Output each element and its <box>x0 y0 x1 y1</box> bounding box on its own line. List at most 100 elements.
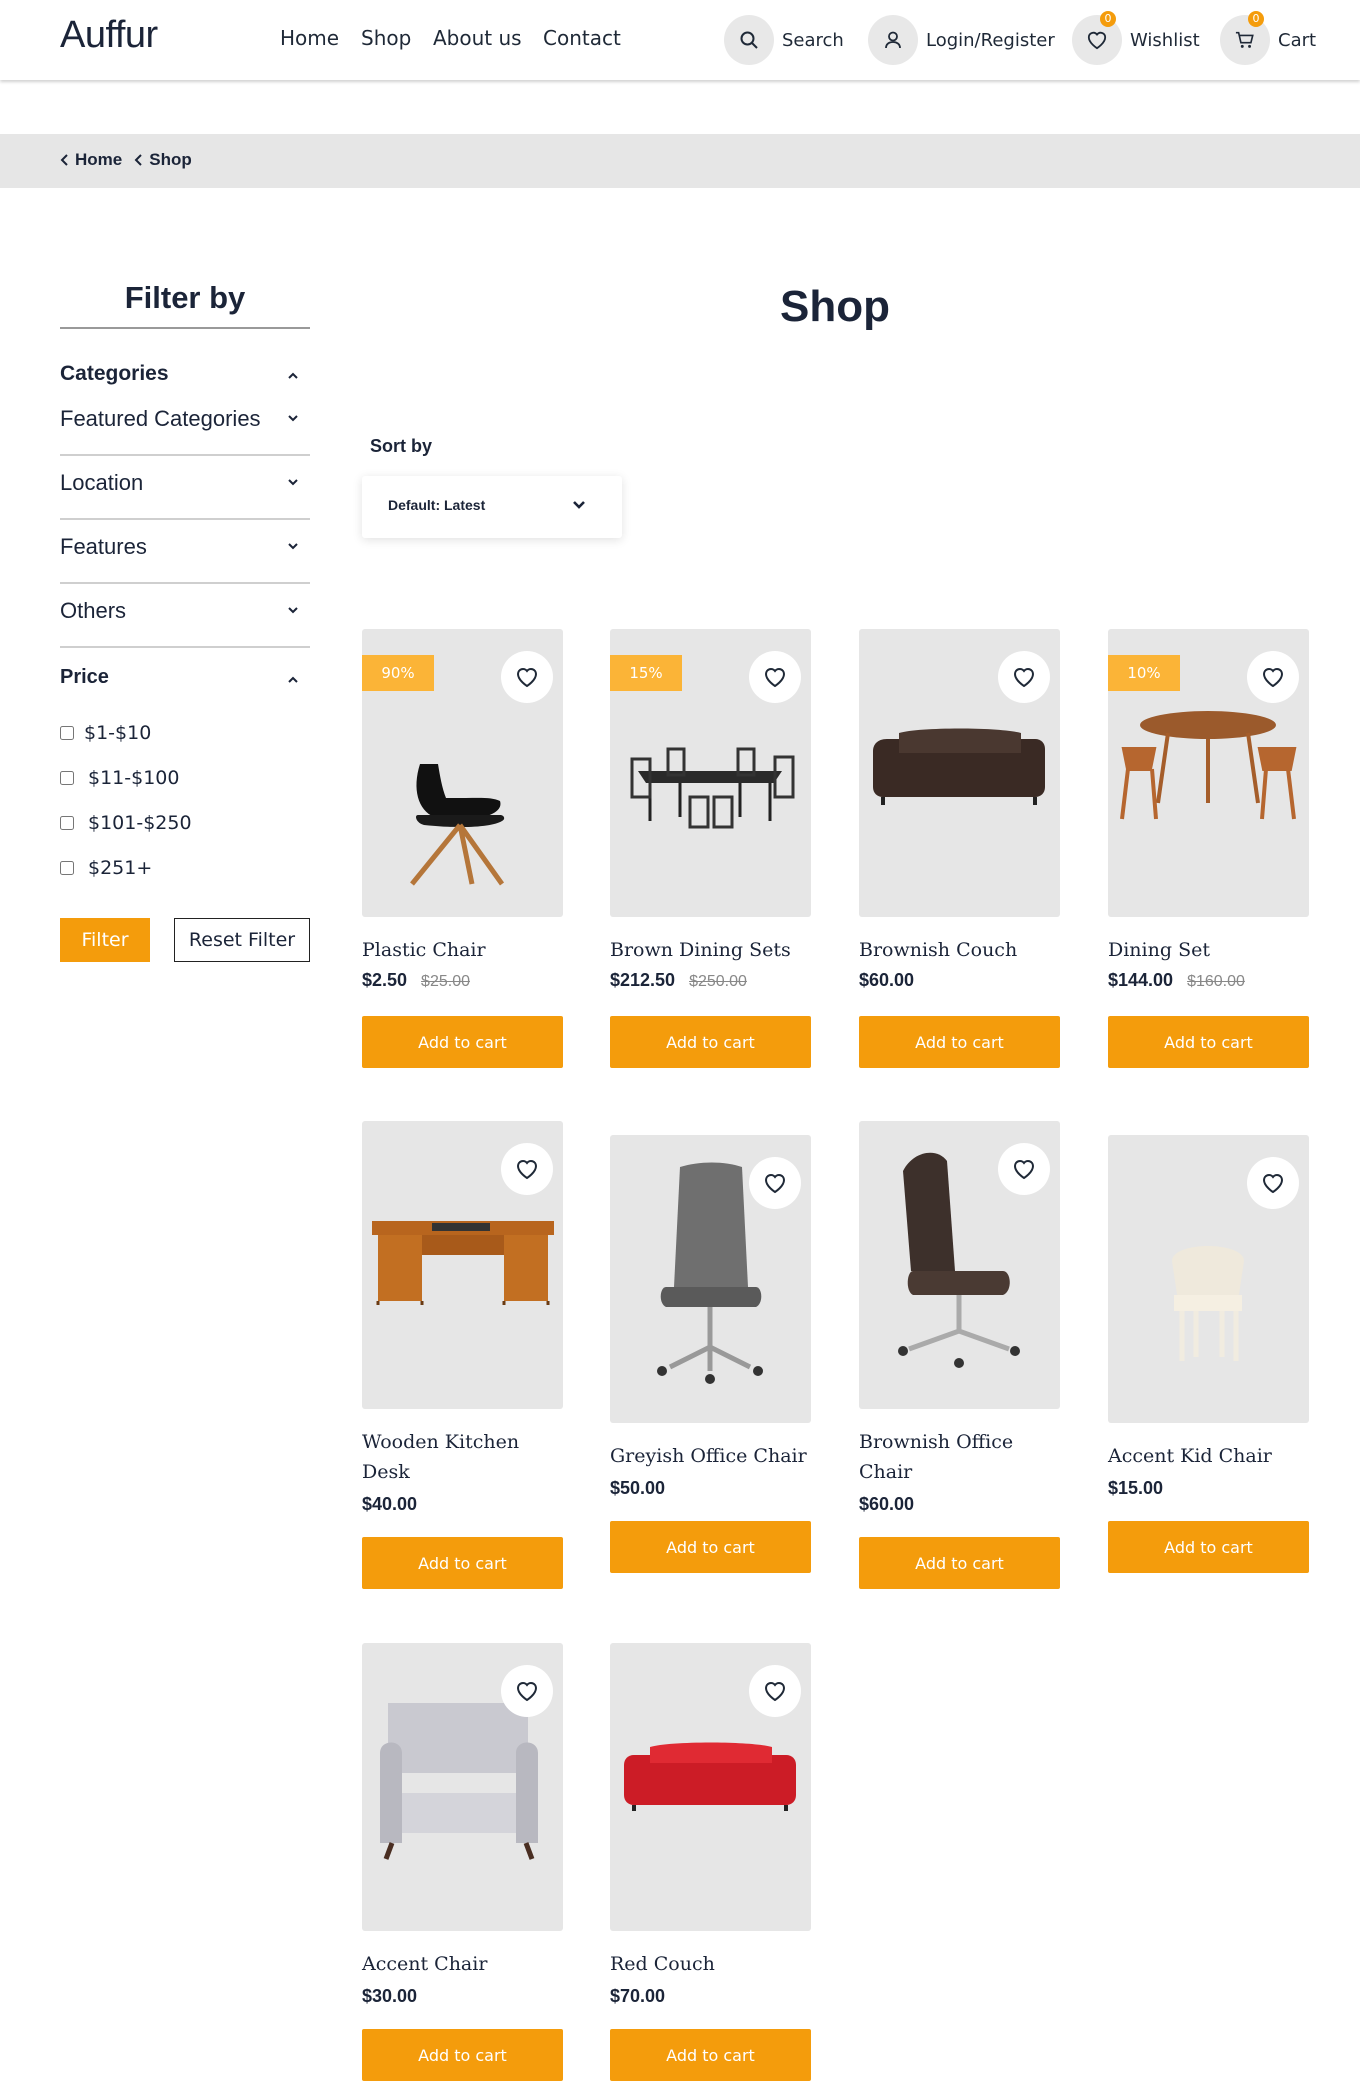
product-price: $2.50 $25.00 <box>362 970 470 991</box>
cart-label: Cart <box>1278 29 1317 51</box>
price-option-label: $101-$250 <box>88 812 192 834</box>
old-price: $160.00 <box>1187 973 1245 990</box>
add-to-cart-button[interactable]: Add to cart <box>362 1016 563 1068</box>
discount-badge: 15% <box>610 655 682 691</box>
price-option-101-250[interactable]: $101-$250 <box>60 812 192 834</box>
login-register-button[interactable]: Login/Register <box>868 14 1055 66</box>
product-name[interactable]: Accent Kid Chair <box>1108 1441 1309 1471</box>
reset-filter-button[interactable]: Reset Filter <box>174 918 310 962</box>
nav-contact[interactable]: Contact <box>543 26 621 50</box>
search-icon <box>724 15 774 65</box>
user-icon <box>868 15 918 65</box>
product-price: $60.00 <box>859 1494 928 1515</box>
chevron-up-icon <box>288 372 298 379</box>
add-to-cart-button[interactable]: Add to cart <box>1108 1016 1309 1068</box>
wishlist-heart-icon[interactable] <box>501 1665 553 1717</box>
facet-label: Featured Categories <box>60 406 261 431</box>
product-image-dining-set[interactable]: 10% <box>1108 629 1309 917</box>
product-name[interactable]: Brown Dining Sets <box>610 935 811 965</box>
search-label: Search <box>782 29 844 51</box>
chevron-down-icon <box>288 415 298 422</box>
facet-label: Location <box>60 470 144 495</box>
product-image-brown-dining-sets[interactable]: 15% <box>610 629 811 917</box>
add-to-cart-button[interactable]: Add to cart <box>610 1521 811 1573</box>
price-option-11-100[interactable]: $11-$100 <box>60 767 179 789</box>
price-option-251-plus[interactable]: $251+ <box>60 857 152 879</box>
facet-features[interactable]: Features <box>60 520 310 584</box>
chevron-up-icon <box>288 676 298 683</box>
current-price: $212.50 <box>610 970 676 990</box>
price-toggle[interactable]: Price <box>60 666 310 696</box>
current-price: $2.50 <box>362 970 408 990</box>
wishlist-heart-icon[interactable] <box>501 1143 553 1195</box>
product-image-wooden-kitchen-desk[interactable] <box>362 1121 563 1409</box>
nav-about[interactable]: About us <box>433 26 522 50</box>
wishlist-heart-icon[interactable] <box>501 651 553 703</box>
product-name[interactable]: Brownish Office Chair <box>859 1427 1060 1487</box>
add-to-cart-button[interactable]: Add to cart <box>859 1537 1060 1589</box>
search-button[interactable]: Search <box>724 14 844 66</box>
discount-badge: 10% <box>1108 655 1180 691</box>
account-label: Login/Register <box>926 29 1055 51</box>
facet-others[interactable]: Others <box>60 584 310 648</box>
add-to-cart-button[interactable]: Add to cart <box>1108 1521 1309 1573</box>
categories-toggle[interactable]: Categories <box>60 362 310 392</box>
wishlist-heart-icon[interactable] <box>749 651 801 703</box>
wishlist-heart-icon[interactable] <box>1247 1157 1299 1209</box>
facet-featured-categories[interactable]: Featured Categories <box>60 392 310 456</box>
wishlist-heart-icon[interactable] <box>749 1665 801 1717</box>
price-checkbox[interactable] <box>60 861 74 875</box>
discount-badge: 90% <box>362 655 434 691</box>
product-name[interactable]: Red Couch <box>610 1949 811 1979</box>
product-image-greyish-office-chair[interactable] <box>610 1135 811 1423</box>
wishlist-heart-icon[interactable] <box>749 1157 801 1209</box>
filter-button[interactable]: Filter <box>60 918 150 962</box>
chevron-left-icon <box>134 154 142 166</box>
cart-button[interactable]: 0 Cart <box>1220 11 1317 66</box>
add-to-cart-button[interactable]: Add to cart <box>362 2029 563 2081</box>
product-image-brownish-office-chair[interactable] <box>859 1121 1060 1409</box>
product-name[interactable]: Greyish Office Chair <box>610 1441 811 1471</box>
current-price: $60.00 <box>859 1494 915 1514</box>
wishlist-heart-icon[interactable] <box>998 1143 1050 1195</box>
facet-location[interactable]: Location <box>60 456 310 520</box>
wishlist-heart-icon[interactable] <box>998 651 1050 703</box>
product-price: $70.00 <box>610 1986 679 2007</box>
nav-shop[interactable]: Shop <box>361 26 411 50</box>
product-name[interactable]: Wooden Kitchen Desk <box>362 1427 563 1487</box>
product-name[interactable]: Plastic Chair <box>362 935 563 965</box>
current-price: $15.00 <box>1108 1478 1164 1498</box>
price-checkbox[interactable] <box>60 816 74 830</box>
product-image-accent-kid-chair[interactable] <box>1108 1135 1309 1423</box>
price-option-1-10[interactable]: $1-$10 <box>60 722 151 744</box>
product-price: $60.00 <box>859 970 928 991</box>
price-checkbox[interactable] <box>60 771 74 785</box>
current-price: $70.00 <box>610 1986 666 2006</box>
wishlist-heart-icon[interactable] <box>1247 651 1299 703</box>
facet-label: Features <box>60 534 147 559</box>
nav-home[interactable]: Home <box>280 26 339 50</box>
product-image-plastic-chair[interactable]: 90% <box>362 629 563 917</box>
price-label: Price <box>60 666 109 688</box>
product-name[interactable]: Accent Chair <box>362 1949 563 1979</box>
product-name[interactable]: Brownish Couch <box>859 935 1060 965</box>
add-to-cart-button[interactable]: Add to cart <box>610 1016 811 1068</box>
product-image-brownish-couch[interactable] <box>859 629 1060 917</box>
breadcrumb-shop[interactable]: Shop <box>149 150 192 170</box>
chevron-down-icon <box>288 543 298 550</box>
add-to-cart-button[interactable]: Add to cart <box>859 1016 1060 1068</box>
cart-icon: 0 <box>1220 11 1270 65</box>
product-image-accent-chair[interactable] <box>362 1643 563 1931</box>
sort-select[interactable]: Default: Latest <box>362 476 622 538</box>
current-price: $40.00 <box>362 1494 418 1514</box>
page-title: Shop <box>780 282 890 331</box>
add-to-cart-button[interactable]: Add to cart <box>610 2029 811 2081</box>
product-price: $144.00 $160.00 <box>1108 970 1245 991</box>
breadcrumb-home[interactable]: Home <box>75 150 122 170</box>
price-checkbox[interactable] <box>60 726 74 740</box>
logo[interactable]: Auffur <box>60 14 158 57</box>
product-image-red-couch[interactable] <box>610 1643 811 1931</box>
add-to-cart-button[interactable]: Add to cart <box>362 1537 563 1589</box>
product-name[interactable]: Dining Set <box>1108 935 1309 965</box>
wishlist-button[interactable]: 0 Wishlist <box>1072 11 1200 66</box>
